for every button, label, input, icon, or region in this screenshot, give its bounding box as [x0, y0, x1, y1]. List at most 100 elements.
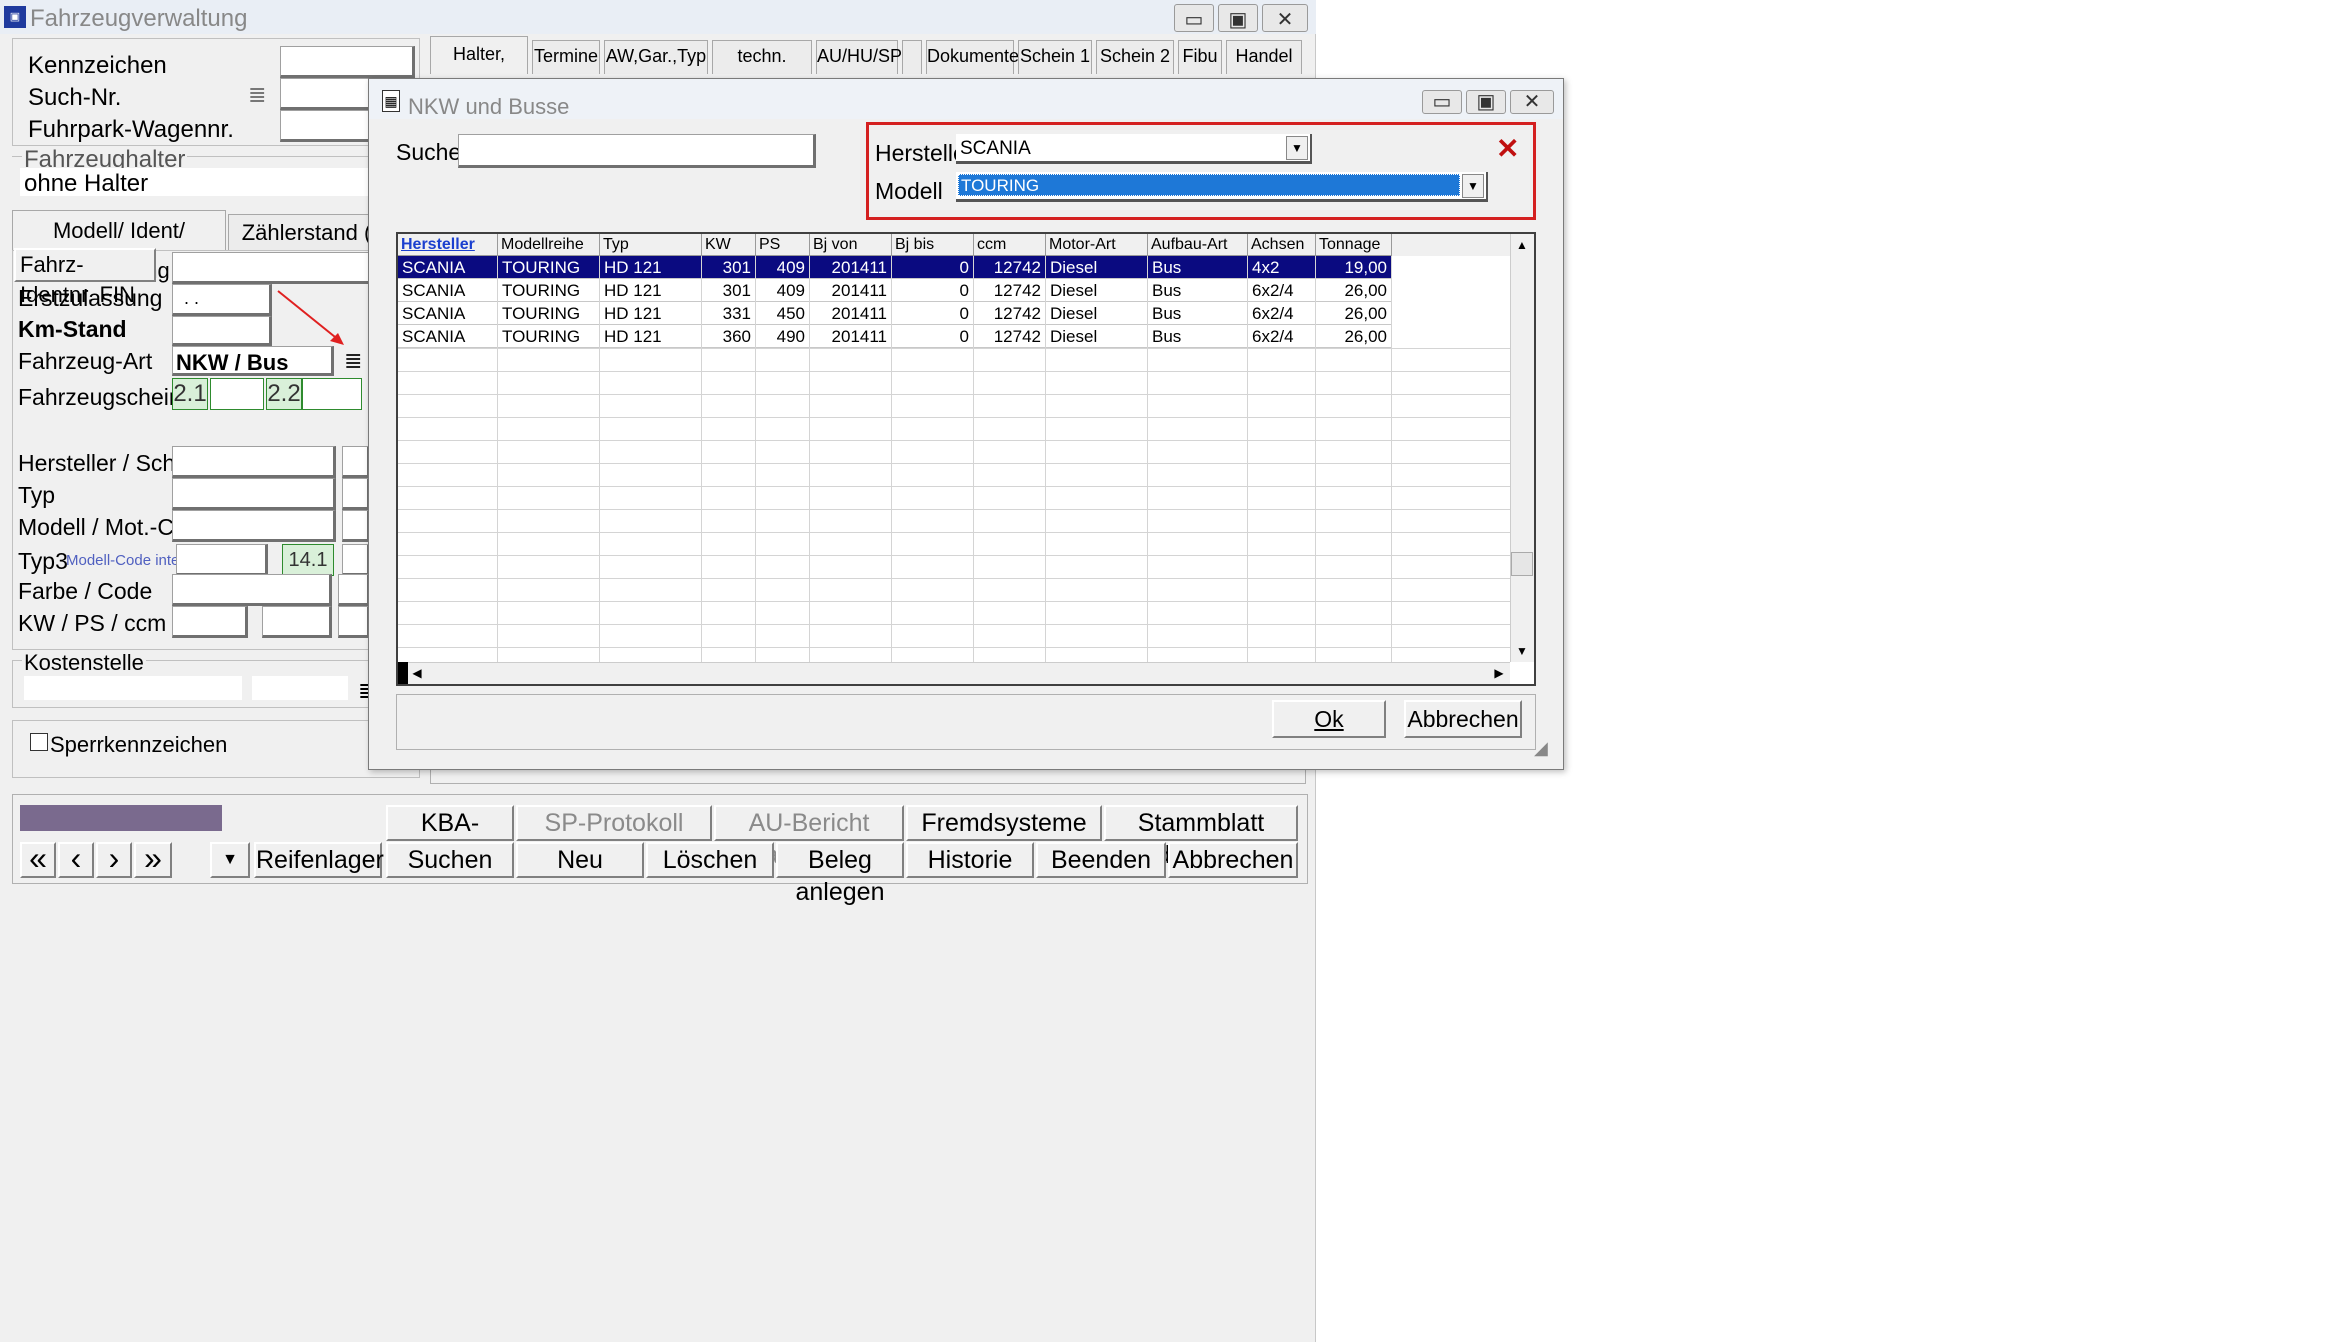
- dialog-maximize-button[interactable]: ▣: [1466, 90, 1506, 114]
- kostenstelle-field-2[interactable]: [252, 676, 348, 700]
- tab-modell-ident[interactable]: Modell/ Ident/ Zulassung: [12, 210, 226, 283]
- farbe-code-field[interactable]: [338, 574, 370, 606]
- ccm-field[interactable]: [338, 606, 370, 638]
- kennzeichen-field[interactable]: [280, 46, 415, 78]
- typ-extra-field[interactable]: [342, 478, 370, 510]
- column-header-achsen[interactable]: Achsen: [1248, 234, 1316, 256]
- beleg-anlegen-button[interactable]: Beleg anlegen: [776, 842, 904, 906]
- modell-field[interactable]: [172, 510, 336, 542]
- tab-empty[interactable]: [902, 40, 922, 74]
- column-header-motor-art[interactable]: Motor-Art: [1046, 234, 1148, 256]
- tab-termine[interactable]: Termine: [532, 40, 600, 74]
- tab-schein-1[interactable]: Schein 1: [1018, 40, 1092, 74]
- chevron-down-icon[interactable]: ▼: [1462, 174, 1484, 198]
- table-cell: Diesel: [1046, 302, 1148, 325]
- grid-row-line: [398, 417, 1510, 418]
- scroll-down-icon[interactable]: ▼: [1512, 642, 1532, 660]
- kmstand-field[interactable]: [172, 316, 272, 346]
- loeschen-button[interactable]: Löschen: [646, 842, 774, 878]
- tab-schein-2[interactable]: Schein 2: [1096, 40, 1174, 74]
- column-header-bj-bis[interactable]: Bj bis: [892, 234, 974, 256]
- ps-field[interactable]: [262, 606, 332, 638]
- au-bericht-button[interactable]: AU-Bericht anlegen: [714, 805, 904, 869]
- fremdsysteme-button[interactable]: Fremdsysteme: [906, 805, 1102, 841]
- resize-grip-icon[interactable]: ◢: [1534, 738, 1548, 759]
- grid-column-line: [1147, 256, 1148, 662]
- kw-field[interactable]: [172, 606, 248, 638]
- column-header-bj-von[interactable]: Bj von: [810, 234, 892, 256]
- hersteller-schl-field[interactable]: [342, 446, 370, 478]
- nav-next-button[interactable]: ›: [96, 842, 132, 878]
- hersteller-field[interactable]: [172, 446, 336, 478]
- column-header-aufbau-art[interactable]: Aufbau-Art: [1148, 234, 1248, 256]
- column-header-modellreihe[interactable]: Modellreihe: [498, 234, 600, 256]
- grid-row-line: [398, 486, 1510, 487]
- column-header-ccm[interactable]: ccm: [974, 234, 1046, 256]
- typ3-extra-field[interactable]: [342, 544, 370, 576]
- schein-21-box: 2.1: [172, 378, 208, 410]
- dropdown-button[interactable]: ▼: [210, 842, 250, 878]
- column-header-hersteller[interactable]: Hersteller: [398, 234, 498, 256]
- table-cell: SCANIA: [398, 302, 498, 325]
- tab-au-hu-sp[interactable]: AU/HU/SP: [816, 40, 902, 74]
- nav-first-button[interactable]: «: [20, 842, 56, 878]
- kostenstelle-field-1[interactable]: [24, 676, 242, 700]
- minimize-button[interactable]: ▭: [1174, 4, 1214, 32]
- dialog-cancel-button[interactable]: Abbrechen: [1404, 700, 1522, 738]
- column-header-kw[interactable]: KW: [702, 234, 756, 256]
- sp-protokoll-button[interactable]: SP-Protokoll anlegen: [516, 805, 712, 869]
- scroll-up-icon[interactable]: ▲: [1512, 236, 1532, 254]
- table-cell: 409: [756, 279, 810, 302]
- stammblatt-button[interactable]: Stammblatt drucken: [1104, 805, 1298, 869]
- neu-button[interactable]: Neu: [516, 842, 644, 878]
- sperr-checkbox[interactable]: [30, 733, 48, 751]
- kwps-label: KW / PS / ccm: [18, 610, 167, 636]
- typ3-label: Typ3: [18, 548, 68, 574]
- fin-button[interactable]: Fahrz-Identnr. FIN: [14, 248, 156, 307]
- dialog-close-button[interactable]: ✕: [1510, 90, 1554, 114]
- tab-handel[interactable]: Handel: [1226, 40, 1302, 74]
- main-title: Fahrzeugverwaltung: [30, 5, 248, 32]
- table-cell: 201411: [810, 256, 892, 279]
- tab-fibu[interactable]: Fibu: [1178, 40, 1222, 74]
- tab-dokumente[interactable]: Dokumente: [926, 40, 1019, 74]
- modell-extra-field[interactable]: [342, 510, 370, 542]
- dialog-minimize-button[interactable]: ▭: [1422, 90, 1462, 114]
- scroll-right-icon[interactable]: ▶: [1490, 664, 1508, 682]
- chevron-down-icon[interactable]: ▼: [1286, 136, 1308, 160]
- farbe-field[interactable]: [172, 574, 332, 606]
- beenden-button[interactable]: Beenden: [1036, 842, 1166, 878]
- typ3-field[interactable]: [176, 544, 268, 576]
- tab-techn-daten[interactable]: techn. Daten: [712, 40, 812, 96]
- grid-vscrollbar[interactable]: [1510, 234, 1534, 662]
- suche-input[interactable]: [458, 134, 816, 168]
- table-cell: HD 121: [600, 279, 702, 302]
- table-cell: Bus: [1148, 325, 1248, 348]
- scroll-thumb[interactable]: [1511, 552, 1533, 576]
- abbrechen-button[interactable]: Abbrechen: [1168, 842, 1298, 878]
- reifenlager-button[interactable]: Reifenlager: [254, 842, 384, 878]
- historie-button[interactable]: Historie: [906, 842, 1034, 878]
- clear-filter-icon[interactable]: ✕: [1496, 134, 1519, 164]
- tab-halter-notiz[interactable]: Halter, Notiz: [430, 36, 528, 98]
- maximize-button[interactable]: ▣: [1218, 4, 1258, 32]
- table-cell: 301: [702, 256, 756, 279]
- list-icon[interactable]: ≣: [248, 82, 266, 108]
- schein-21-field[interactable]: [210, 378, 264, 410]
- column-header-typ[interactable]: Typ: [600, 234, 702, 256]
- tab-aw-gar-typ[interactable]: AW,Gar.,Typ: [604, 40, 708, 74]
- kba-daten-button[interactable]: KBA-Daten: [386, 805, 514, 869]
- column-header-tonnage[interactable]: Tonnage: [1316, 234, 1392, 256]
- nav-last-button[interactable]: »: [134, 842, 172, 878]
- suchen-button[interactable]: Suchen: [386, 842, 514, 878]
- typ-label: Typ: [18, 482, 56, 508]
- column-header-ps[interactable]: PS: [756, 234, 810, 256]
- grid-hscrollbar[interactable]: [398, 662, 1510, 684]
- nav-prev-button[interactable]: ‹: [58, 842, 94, 878]
- scroll-left-icon[interactable]: ◀: [408, 664, 426, 682]
- close-button[interactable]: ✕: [1262, 4, 1308, 32]
- typ-field[interactable]: [172, 478, 336, 510]
- schein-22-field[interactable]: [302, 378, 362, 410]
- ok-button[interactable]: Ok: [1272, 700, 1386, 738]
- suchnr-label: Such-Nr.: [28, 84, 122, 111]
